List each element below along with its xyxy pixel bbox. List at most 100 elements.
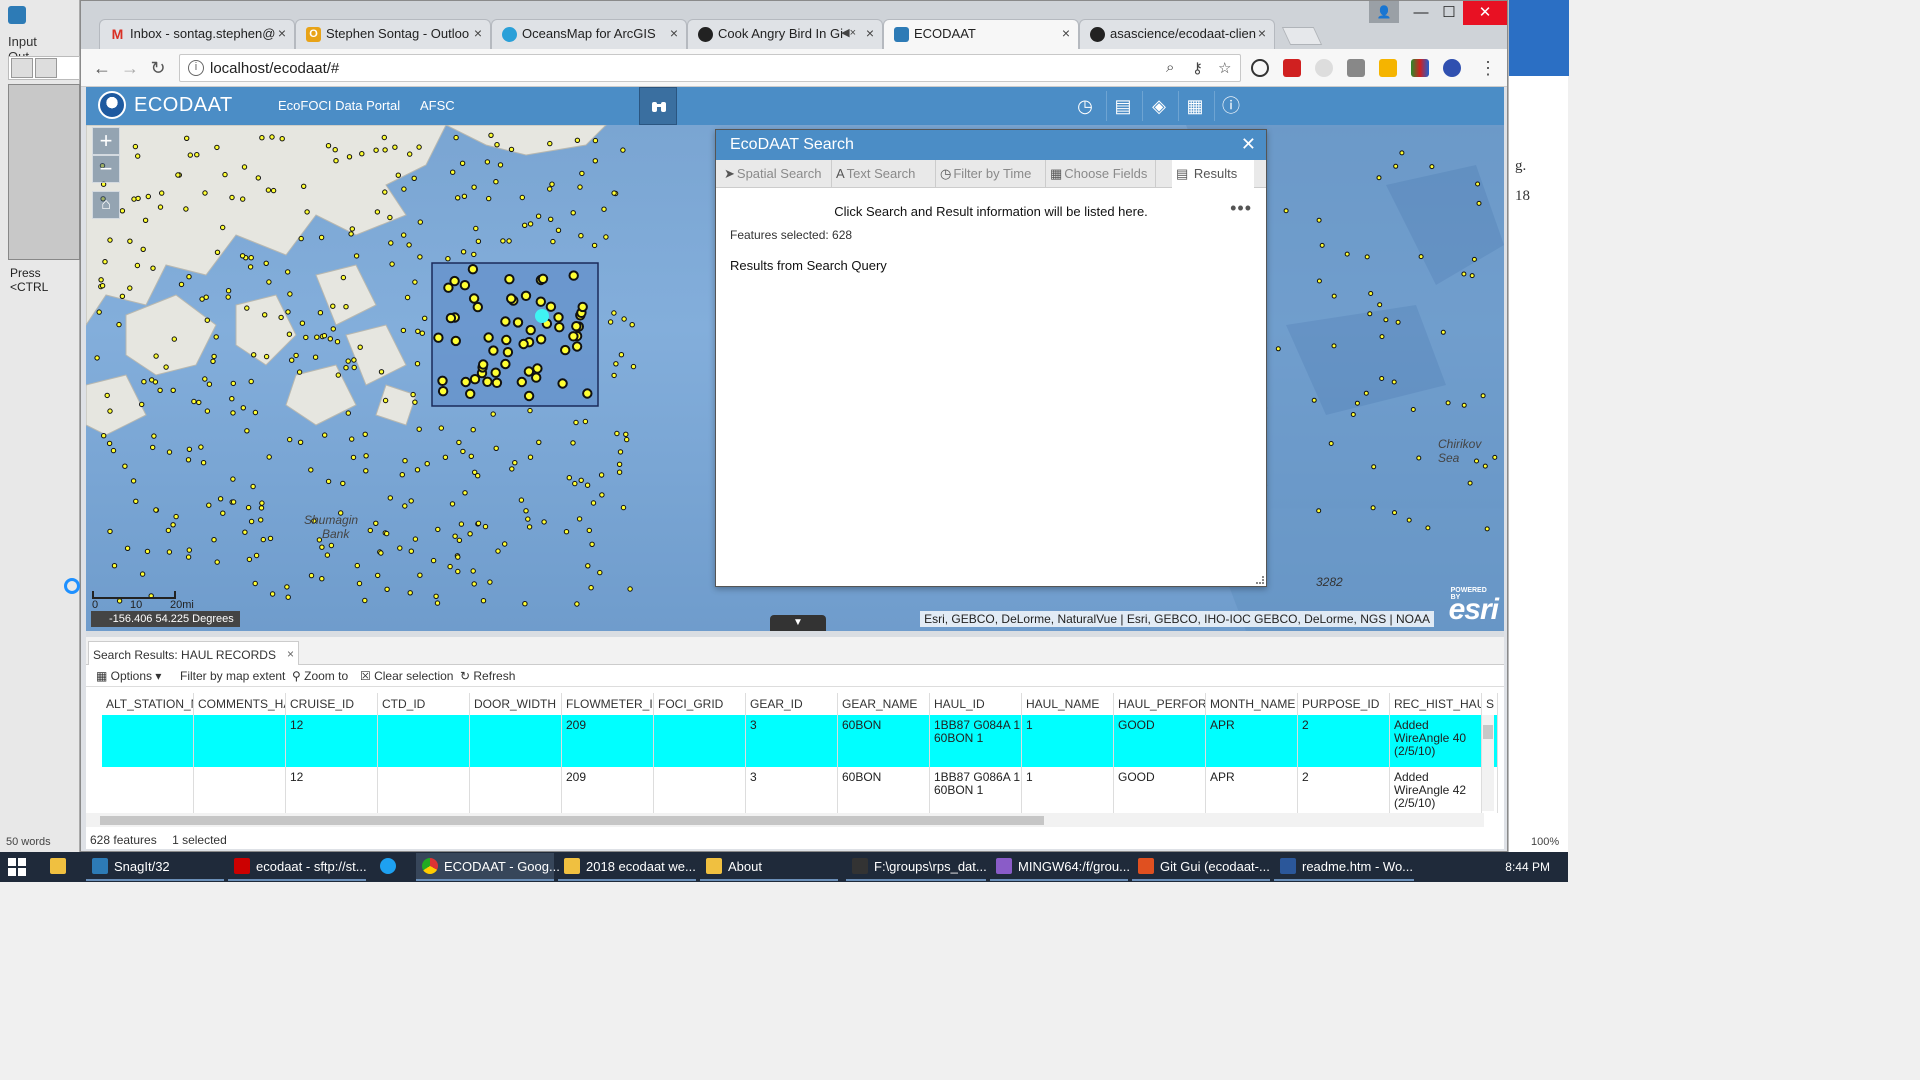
station-point[interactable] xyxy=(568,331,579,342)
station-point[interactable] xyxy=(572,480,578,487)
station-point[interactable] xyxy=(325,143,332,149)
station-point[interactable] xyxy=(214,559,220,565)
station-point[interactable] xyxy=(1368,291,1374,296)
station-point[interactable] xyxy=(404,294,411,301)
station-point[interactable] xyxy=(269,134,275,140)
basemap-grid-icon[interactable]: ▦ xyxy=(1182,93,1208,119)
station-point[interactable] xyxy=(253,552,260,559)
column-header[interactable]: DOOR_WIDTH xyxy=(470,693,562,715)
station-point[interactable] xyxy=(582,388,593,399)
station-point[interactable] xyxy=(348,231,354,237)
station-point[interactable] xyxy=(522,222,528,229)
scrollbar-thumb[interactable] xyxy=(100,816,1044,825)
station-point[interactable] xyxy=(378,369,385,375)
station-point[interactable] xyxy=(535,296,546,307)
station-point[interactable] xyxy=(472,301,483,313)
tab-text-search[interactable]: A Text Search xyxy=(832,160,936,188)
station-point[interactable] xyxy=(266,279,272,285)
station-point[interactable] xyxy=(153,507,159,513)
station-point[interactable] xyxy=(506,238,512,244)
station-point[interactable] xyxy=(119,293,126,300)
station-point[interactable] xyxy=(1476,200,1482,206)
station-point[interactable] xyxy=(165,527,172,534)
close-tab-icon[interactable]: × xyxy=(866,25,874,41)
station-point[interactable] xyxy=(1311,397,1317,403)
station-point[interactable] xyxy=(332,147,338,153)
station-point[interactable] xyxy=(363,453,369,459)
station-point[interactable] xyxy=(430,557,437,564)
refresh-button[interactable]: ↻ Refresh xyxy=(460,669,515,683)
station-point[interactable] xyxy=(356,580,363,587)
station-point[interactable] xyxy=(142,217,149,224)
column-header[interactable]: ALT_STATION_NA xyxy=(102,693,194,715)
station-point[interactable] xyxy=(470,427,476,433)
station-point[interactable] xyxy=(250,483,256,490)
station-point[interactable] xyxy=(411,175,417,181)
station-point[interactable] xyxy=(139,401,145,408)
station-point[interactable] xyxy=(319,544,325,550)
station-point[interactable] xyxy=(184,135,190,142)
station-point[interactable] xyxy=(434,600,441,606)
station-point[interactable] xyxy=(241,164,248,170)
reload-button[interactable]: ↻ xyxy=(145,55,171,81)
station-point[interactable] xyxy=(246,556,253,563)
station-point[interactable] xyxy=(340,480,346,487)
station-point[interactable] xyxy=(453,134,459,141)
station-point[interactable] xyxy=(255,175,262,181)
station-point[interactable] xyxy=(452,533,458,539)
station-point[interactable] xyxy=(316,537,323,543)
station-point[interactable] xyxy=(500,358,511,370)
station-point[interactable] xyxy=(214,144,220,151)
station-point[interactable] xyxy=(459,160,466,166)
close-tab-icon[interactable]: × xyxy=(474,25,482,41)
station-point[interactable] xyxy=(308,467,314,473)
station-point[interactable] xyxy=(400,327,407,334)
station-point[interactable] xyxy=(553,312,564,323)
station-point[interactable] xyxy=(399,472,405,478)
station-point[interactable] xyxy=(178,281,185,288)
station-point[interactable] xyxy=(213,334,219,340)
station-point[interactable] xyxy=(230,476,236,482)
station-point[interactable] xyxy=(319,576,325,582)
panel-toggle-button[interactable]: ▼ xyxy=(770,615,826,631)
station-point[interactable] xyxy=(459,280,471,291)
station-point[interactable] xyxy=(537,273,549,285)
station-point[interactable] xyxy=(578,233,584,239)
station-point[interactable] xyxy=(578,477,584,483)
pointer-tool-icon[interactable] xyxy=(11,58,33,78)
station-point[interactable] xyxy=(1316,508,1322,514)
station-point[interactable] xyxy=(460,448,466,455)
station-point[interactable] xyxy=(417,219,423,225)
history-icon[interactable]: ◷ xyxy=(1072,93,1098,119)
station-point[interactable] xyxy=(330,326,337,332)
station-point[interactable] xyxy=(1367,311,1373,317)
station-point[interactable] xyxy=(455,195,461,201)
station-point[interactable] xyxy=(317,310,324,316)
column-header[interactable]: GEAR_ID xyxy=(746,693,838,715)
station-point[interactable] xyxy=(613,361,619,367)
station-point[interactable] xyxy=(522,601,528,607)
station-point[interactable] xyxy=(198,444,204,450)
station-point[interactable] xyxy=(94,355,100,361)
station-point[interactable] xyxy=(1475,181,1481,187)
station-point[interactable] xyxy=(297,439,304,445)
station-point[interactable] xyxy=(590,500,597,506)
station-point[interactable] xyxy=(623,431,629,437)
zoom-to-button[interactable]: ⚲ Zoom to xyxy=(292,669,348,683)
station-point[interactable] xyxy=(574,137,581,144)
station-point[interactable] xyxy=(518,497,525,503)
tab-choose-fields[interactable]: ▦ Choose Fields xyxy=(1046,160,1156,188)
browser-tab[interactable]: M Inbox - sontag.stephen@ × xyxy=(99,19,295,49)
station-point[interactable] xyxy=(171,336,178,342)
station-point[interactable] xyxy=(1383,317,1389,323)
station-point[interactable] xyxy=(299,320,306,326)
extension-sync-icon[interactable] xyxy=(1251,59,1269,77)
station-point[interactable] xyxy=(438,425,444,431)
station-point[interactable] xyxy=(359,151,365,157)
column-header[interactable]: S xyxy=(1482,693,1498,715)
column-header[interactable]: FLOWMETER_ID xyxy=(562,693,654,715)
station-point[interactable] xyxy=(351,357,357,363)
station-point[interactable] xyxy=(455,554,461,560)
station-point[interactable] xyxy=(211,537,217,543)
station-point[interactable] xyxy=(563,529,570,535)
